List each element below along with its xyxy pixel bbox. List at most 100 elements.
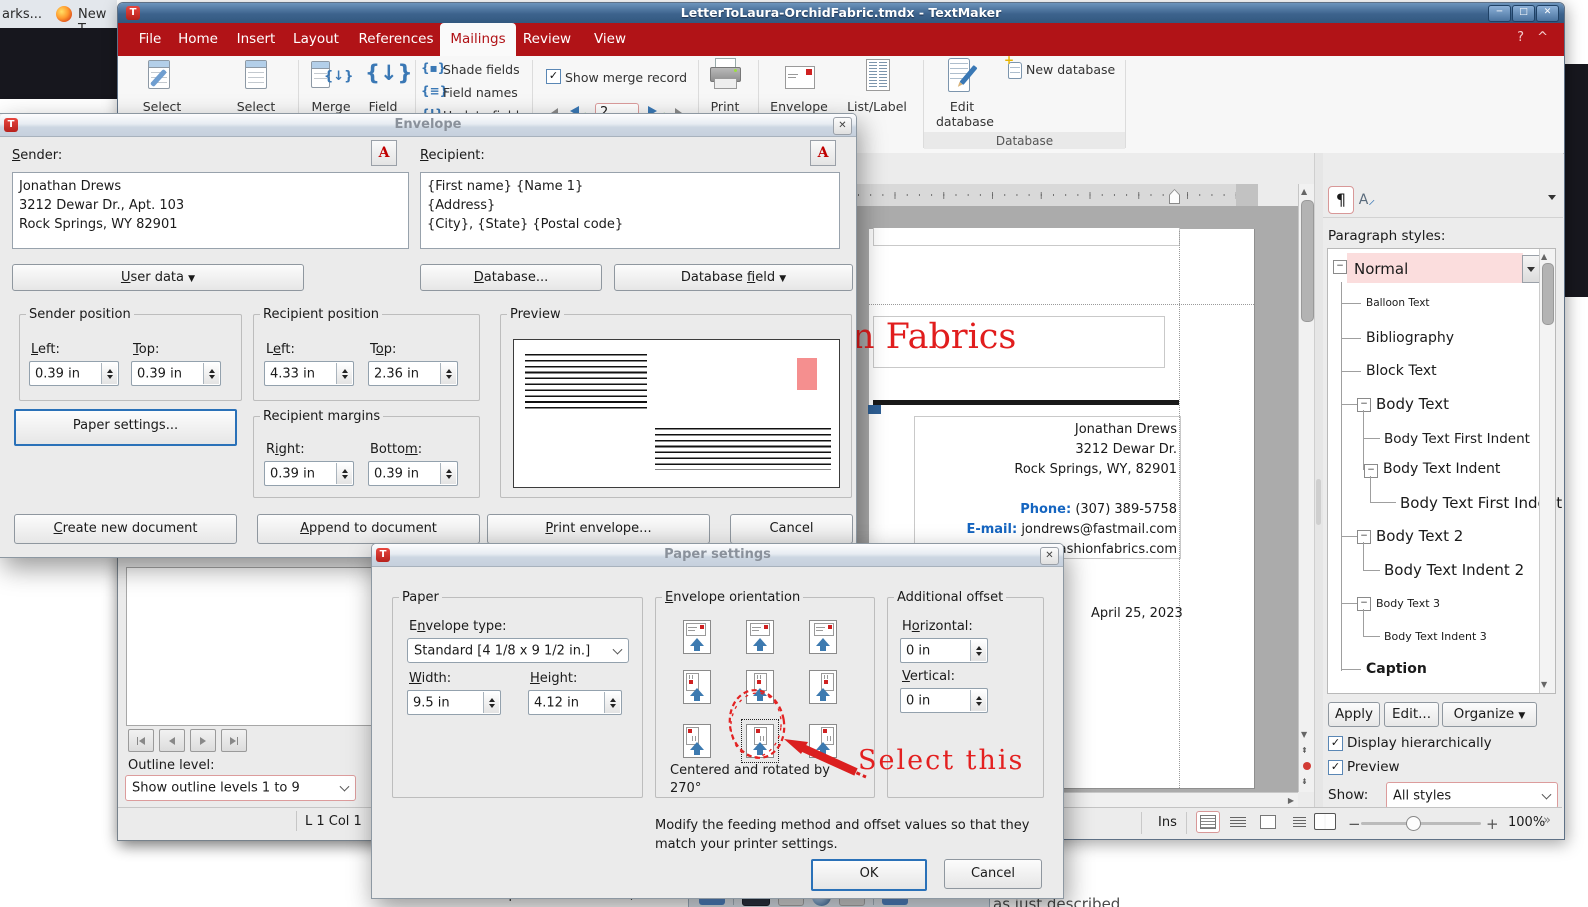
style-name[interactable]: Body Text 3 — [1376, 597, 1440, 610]
orientation-option-2[interactable] — [746, 620, 774, 654]
shade-fields-label[interactable]: Shade fields — [443, 62, 520, 77]
envelope-icon[interactable] — [785, 66, 815, 89]
orientation-option-1[interactable] — [683, 620, 711, 654]
user-data-button[interactable]: User data ▼ — [12, 264, 304, 291]
recipient-textbox[interactable]: {First name} {Name 1}{Address}{City}, {S… — [420, 172, 840, 249]
orientation-option-8-selected[interactable] — [746, 724, 774, 758]
expander-body-text-2[interactable]: − — [1357, 530, 1371, 544]
paper-dialog-titlebar[interactable]: T Paper settings ✕ — [372, 544, 1063, 567]
tab-view[interactable]: View — [588, 23, 632, 56]
style-name[interactable]: Body Text First Indent — [1384, 431, 1530, 447]
insert-mode-indicator[interactable]: Ins — [1158, 815, 1177, 830]
sender-textbox[interactable]: Jonathan Drews3212 Dewar Dr., Apt. 103Ro… — [12, 172, 409, 249]
show-styles-dropdown[interactable]: All styles — [1386, 782, 1558, 809]
view-continuous-icon[interactable] — [1226, 811, 1250, 833]
envelope-type-dropdown[interactable]: Standard [4 1/8 x 9 1/2 in.] — [407, 638, 629, 663]
envelope-cancel-button[interactable]: Cancel — [730, 514, 853, 544]
style-name[interactable]: Bibliography — [1366, 330, 1454, 346]
vertical-scrollbar[interactable]: ▲ ▼ ⇞ ⇟ — [1298, 184, 1315, 792]
tab-references[interactable]: References — [355, 23, 437, 56]
vertical-scrollbar-thumb[interactable] — [1301, 200, 1314, 322]
list-label-label[interactable]: List/Label — [842, 99, 912, 114]
tab-home[interactable]: Home — [175, 23, 221, 56]
edit-button[interactable]: Edit... — [1384, 702, 1439, 727]
new-database-icon[interactable]: + — [1006, 59, 1022, 77]
style-name[interactable]: Caption — [1366, 661, 1427, 677]
title-bar[interactable]: T LetterToLaura-OrchidFabric.tmdx - Text… — [118, 3, 1564, 23]
show-merge-record-checkbox[interactable]: ✓ — [546, 69, 561, 84]
style-name[interactable]: Body Text First Indent — [1400, 494, 1562, 512]
horizontal-ruler[interactable]: 4 5 6 7 — [857, 184, 1258, 206]
styles-list-scrollbar[interactable]: ▲ ▼ — [1539, 249, 1555, 693]
select-text-icon[interactable] — [245, 60, 267, 90]
orientation-option-3[interactable] — [809, 620, 837, 654]
select-text-label[interactable]: Select — [225, 99, 287, 114]
tab-file[interactable]: File — [132, 23, 168, 56]
paragraph-styles-tab-icon[interactable]: ¶ — [1328, 186, 1354, 214]
tab-review[interactable]: Review — [519, 23, 575, 56]
merge-icon[interactable]: {↓} — [311, 61, 347, 91]
next-object-icon[interactable]: ⇟ — [1301, 776, 1308, 787]
view-outline-icon[interactable] — [1286, 811, 1310, 833]
last-button[interactable] — [221, 729, 247, 752]
orientation-option-9[interactable] — [809, 724, 837, 758]
expander-body-text-indent[interactable]: − — [1364, 464, 1378, 478]
help-icon[interactable]: ? — [1517, 30, 1524, 45]
width-spinner[interactable]: 9.5 in — [407, 690, 501, 715]
edit-database-icon[interactable] — [948, 58, 982, 92]
sender-font-button[interactable]: A — [371, 140, 397, 166]
scroll-right-icon[interactable]: ▶ — [1288, 795, 1294, 806]
scroll-down-icon[interactable]: ▼ — [1301, 729, 1307, 740]
style-name[interactable]: Body Text — [1376, 395, 1449, 413]
view-normal-icon[interactable] — [1256, 811, 1280, 833]
recipient-top-spinner[interactable]: 2.36 in — [368, 361, 458, 386]
scroll-up-icon[interactable]: ▲ — [1301, 186, 1307, 197]
outline-level-dropdown[interactable]: Show outline levels 1 to 9 — [125, 775, 356, 801]
previous-object-icon[interactable]: ⇞ — [1301, 745, 1308, 756]
recipient-left-spinner[interactable]: 4.33 in — [264, 361, 354, 386]
zoom-in-icon[interactable]: + — [1486, 815, 1499, 833]
height-spinner[interactable]: 4.12 in — [528, 690, 622, 715]
view-book-icon[interactable] — [1314, 813, 1336, 830]
styles-scrollbar-thumb[interactable] — [1542, 263, 1554, 325]
display-hierarchically-label[interactable]: Display hierarchically — [1347, 735, 1492, 751]
margin-bottom-spinner[interactable]: 0.39 in — [368, 461, 458, 486]
orientation-option-6[interactable] — [809, 670, 837, 704]
browser-bookmarks-fragment[interactable]: arks... — [2, 7, 42, 22]
style-name[interactable]: Body Text 2 — [1376, 527, 1463, 545]
zoom-level[interactable]: 100% — [1508, 815, 1545, 830]
style-name[interactable]: Normal — [1354, 260, 1408, 278]
minimize-button[interactable]: ─ — [1488, 5, 1511, 22]
orientation-option-5[interactable] — [746, 670, 774, 704]
view-page-layout-icon[interactable] — [1196, 811, 1220, 833]
splitter-handle[interactable] — [1316, 479, 1321, 525]
tab-layout[interactable]: Layout — [290, 23, 342, 56]
field-label[interactable]: Field — [363, 99, 403, 114]
paper-dialog-close-icon[interactable]: ✕ — [1040, 547, 1059, 565]
expander-normal[interactable]: − — [1333, 260, 1347, 274]
zoom-out-icon[interactable]: − — [1348, 815, 1361, 833]
maximize-button[interactable]: □ — [1512, 5, 1535, 22]
expander-body-text[interactable]: − — [1357, 398, 1371, 412]
select-records-icon[interactable] — [148, 60, 174, 90]
tab-insert[interactable]: Insert — [233, 23, 279, 56]
character-styles-tab-icon[interactable]: A⸝ — [1356, 190, 1378, 210]
statusbar-more-icon[interactable]: » — [1543, 813, 1551, 828]
select-records-label[interactable]: Select — [131, 99, 193, 114]
style-name[interactable]: Body Text Indent 3 — [1384, 630, 1487, 643]
append-to-document-button[interactable]: Append to document — [257, 514, 480, 544]
create-new-document-button[interactable]: Create new document — [14, 514, 237, 544]
paper-cancel-button[interactable]: Cancel — [944, 859, 1042, 889]
print-icon[interactable] — [710, 58, 740, 92]
previous-button[interactable] — [159, 729, 185, 752]
database-field-button[interactable]: Database field ▼ — [614, 264, 853, 291]
style-name[interactable]: Block Text — [1366, 363, 1437, 379]
orientation-option-7[interactable] — [683, 724, 711, 758]
preview-checkbox[interactable]: ✓ — [1328, 760, 1343, 775]
print-label[interactable]: Print — [703, 99, 747, 114]
browse-object-icon[interactable] — [1303, 762, 1311, 770]
preview-label[interactable]: Preview — [1347, 759, 1400, 775]
vertical-spinner[interactable]: 0 in — [900, 688, 988, 713]
sender-left-spinner[interactable]: 0.39 in — [29, 361, 119, 386]
database-button[interactable]: Database... — [420, 264, 602, 291]
